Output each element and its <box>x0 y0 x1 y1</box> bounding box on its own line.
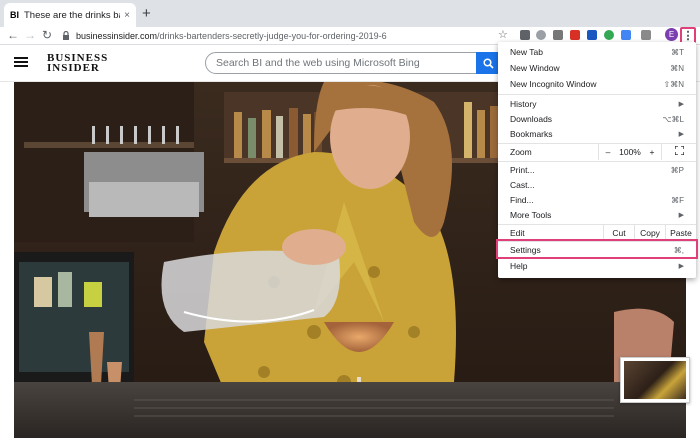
forward-button[interactable]: → <box>24 28 36 42</box>
menu-shortcut: ⌘T <box>671 47 684 57</box>
zoom-in-button[interactable]: + <box>643 147 661 157</box>
settings-highlight-box <box>496 239 698 259</box>
menu-item-help[interactable]: Help ▶ <box>498 259 696 273</box>
zoom-out-button[interactable]: – <box>599 147 617 157</box>
menu-zoom-row: Zoom – 100% + <box>498 144 696 160</box>
menu-label: New Incognito Window <box>510 79 597 89</box>
url-host: businessinsider.com <box>76 30 158 41</box>
chevron-right-icon: ▶ <box>678 263 684 270</box>
menu-label: New Window <box>510 63 560 73</box>
chevron-right-icon: ▶ <box>678 101 684 108</box>
extension-icon[interactable] <box>520 30 530 40</box>
menu-label: Downloads <box>510 114 553 124</box>
menu-shortcut: ⌘N <box>670 63 684 73</box>
menu-divider <box>498 94 696 95</box>
video-thumbnail[interactable] <box>620 357 690 403</box>
extension-icon[interactable] <box>621 30 631 40</box>
menu-shortcut: ⌘F <box>671 195 684 205</box>
chevron-right-icon: ▶ <box>678 212 684 219</box>
profile-avatar[interactable]: E <box>665 28 678 41</box>
extension-icon[interactable] <box>553 30 563 40</box>
menu-label: More Tools <box>510 210 552 220</box>
logo-line-2: INSIDER <box>47 62 100 74</box>
menu-label: Zoom <box>510 147 532 157</box>
menu-label: Cast... <box>510 180 535 190</box>
menu-item-new-window[interactable]: New Window ⌘N <box>498 61 696 75</box>
menu-label: New Tab <box>510 47 543 57</box>
search-icon <box>482 57 494 69</box>
address-bar[interactable]: businessinsider.com /drinks-bartenders-s… <box>62 28 520 43</box>
menu-shortcut: ⌥⌘L <box>662 114 684 124</box>
lock-icon <box>62 30 71 40</box>
menu-item-cast[interactable]: Cast... <box>498 178 696 192</box>
hamburger-menu-icon[interactable] <box>14 57 28 67</box>
menu-label: Print... <box>510 165 535 175</box>
fullscreen-icon[interactable] <box>662 145 696 158</box>
browser-tab[interactable]: BI These are the drinks bartenders × <box>4 3 136 27</box>
menu-item-history[interactable]: History ▶ <box>498 97 696 111</box>
menu-item-print[interactable]: Print... ⌘P <box>498 163 696 177</box>
menu-item-new-tab[interactable]: New Tab ⌘T <box>498 45 696 59</box>
extension-icon[interactable] <box>536 30 546 40</box>
reload-button[interactable]: ↻ <box>42 28 52 42</box>
extension-icon[interactable] <box>641 30 651 40</box>
menu-label: Edit <box>510 228 525 238</box>
tab-close-icon[interactable]: × <box>124 10 130 21</box>
extension-icon[interactable] <box>587 30 597 40</box>
menu-label: Bookmarks <box>510 129 553 139</box>
extension-icon[interactable] <box>570 30 580 40</box>
menu-item-find[interactable]: Find... ⌘F <box>498 193 696 207</box>
menu-label: Find... <box>510 195 534 205</box>
menu-item-more-tools[interactable]: More Tools ▶ <box>498 208 696 222</box>
bookmark-star-icon[interactable]: ☆ <box>498 28 508 41</box>
zoom-level: 100% <box>619 147 641 157</box>
search-button[interactable] <box>476 52 500 74</box>
chrome-main-menu: New Tab ⌘T New Window ⌘N New Incognito Win… <box>496 42 698 278</box>
zoom-control: – 100% + <box>598 144 662 160</box>
back-button[interactable]: ← <box>7 28 19 42</box>
menu-shortcut: ⇧⌘N <box>663 79 684 89</box>
menu-shortcut: ⌘P <box>670 165 684 175</box>
menu-item-downloads[interactable]: Downloads ⌥⌘L <box>498 112 696 126</box>
chevron-right-icon: ▶ <box>678 131 684 138</box>
site-search-input[interactable]: Search BI and the web using Microsoft Bi… <box>205 52 477 74</box>
menu-divider <box>498 161 696 162</box>
menu-label: Help <box>510 261 528 271</box>
menu-label: History <box>510 99 537 109</box>
menu-item-bookmarks[interactable]: Bookmarks ▶ <box>498 127 696 141</box>
extension-icon[interactable] <box>604 30 614 40</box>
menu-item-new-incognito[interactable]: New Incognito Window ⇧⌘N <box>498 77 696 91</box>
business-insider-logo[interactable]: BUSINESS INSIDER <box>47 53 108 74</box>
tab-strip: BI These are the drinks bartenders × + <box>0 0 700 27</box>
bi-favicon-icon: BI <box>10 10 19 20</box>
tab-title: These are the drinks bartenders <box>24 9 120 21</box>
new-tab-button[interactable]: + <box>142 5 151 22</box>
url-path: /drinks-bartenders-secretly-judge-you-fo… <box>157 30 387 41</box>
